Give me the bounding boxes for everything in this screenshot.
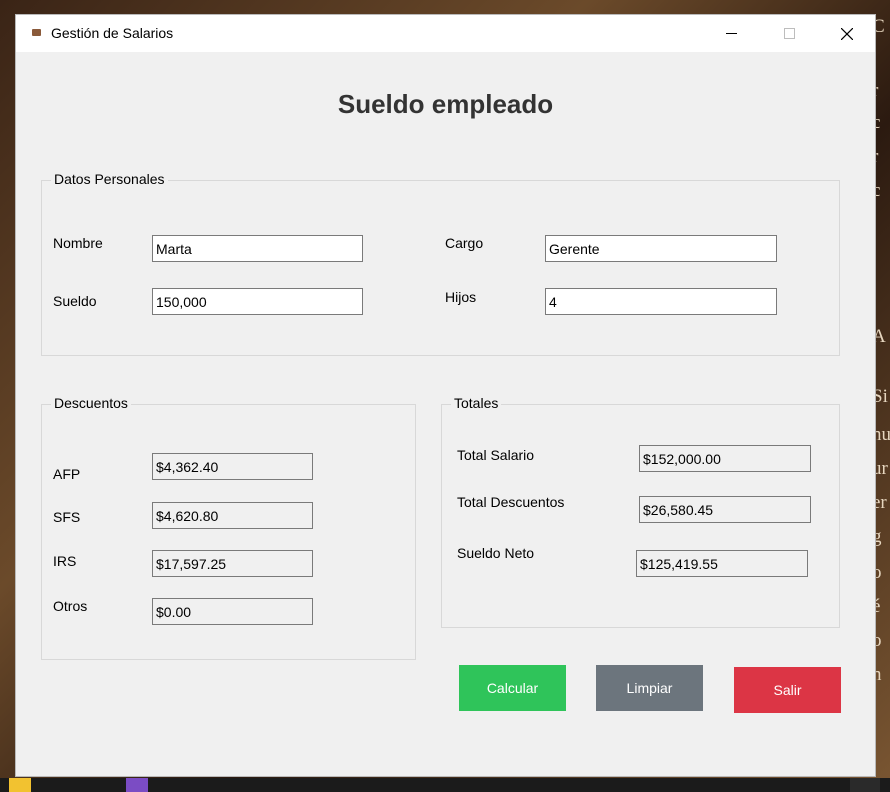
personal-data-title: Datos Personales xyxy=(51,171,168,187)
taskbar xyxy=(0,778,890,792)
sueldo-input[interactable] xyxy=(152,288,363,315)
nombre-input[interactable] xyxy=(152,235,363,262)
sueldo-label: Sueldo xyxy=(53,293,97,309)
title-bar: Gestión de Salarios xyxy=(16,15,875,52)
window-title: Gestión de Salarios xyxy=(51,25,174,41)
totales-title: Totales xyxy=(451,395,502,411)
cargo-input[interactable] xyxy=(545,235,777,262)
totales-group: Totales Total Salario Total Descuentos S… xyxy=(441,395,840,628)
otros-field[interactable] xyxy=(152,598,313,625)
visual-studio-icon[interactable] xyxy=(126,778,148,792)
app-icon xyxy=(32,29,41,36)
taskbar-app-icon[interactable] xyxy=(850,778,880,792)
hijos-input[interactable] xyxy=(545,288,777,315)
nombre-label: Nombre xyxy=(53,235,103,251)
close-icon xyxy=(841,27,853,40)
descuentos-group: Descuentos AFP SFS IRS Otros xyxy=(41,395,416,660)
file-explorer-icon[interactable] xyxy=(9,778,31,792)
personal-data-group: Datos Personales Nombre Cargo Sueldo Hij… xyxy=(41,171,840,356)
cargo-label: Cargo xyxy=(445,235,484,251)
irs-field[interactable] xyxy=(152,550,313,577)
sfs-label: SFS xyxy=(53,509,81,525)
app-window: Gestión de Salarios Sueldo empleado Dato… xyxy=(15,14,876,777)
sueldo-neto-field[interactable] xyxy=(636,550,808,577)
hijos-label: Hijos xyxy=(445,289,477,305)
minimize-button[interactable] xyxy=(702,15,760,52)
total-salario-field[interactable] xyxy=(639,445,811,472)
afp-field[interactable] xyxy=(152,453,313,480)
limpiar-button[interactable]: Limpiar xyxy=(596,665,703,711)
minimize-icon xyxy=(725,33,737,34)
total-salario-label: Total Salario xyxy=(457,447,535,463)
sfs-field[interactable] xyxy=(152,502,313,529)
calcular-button[interactable]: Calcular xyxy=(459,665,566,711)
afp-label: AFP xyxy=(53,466,81,482)
maximize-icon xyxy=(783,28,795,39)
otros-label: Otros xyxy=(53,598,88,614)
close-button[interactable] xyxy=(818,15,876,52)
page-title: Sueldo empleado xyxy=(337,89,554,119)
maximize-button[interactable] xyxy=(760,15,818,52)
irs-label: IRS xyxy=(53,553,77,569)
descuentos-title: Descuentos xyxy=(51,395,131,411)
total-descuentos-field[interactable] xyxy=(639,496,811,523)
salir-button[interactable]: Salir xyxy=(734,667,841,713)
sueldo-neto-label: Sueldo Neto xyxy=(457,545,535,561)
total-descuentos-label: Total Descuentos xyxy=(457,494,565,510)
